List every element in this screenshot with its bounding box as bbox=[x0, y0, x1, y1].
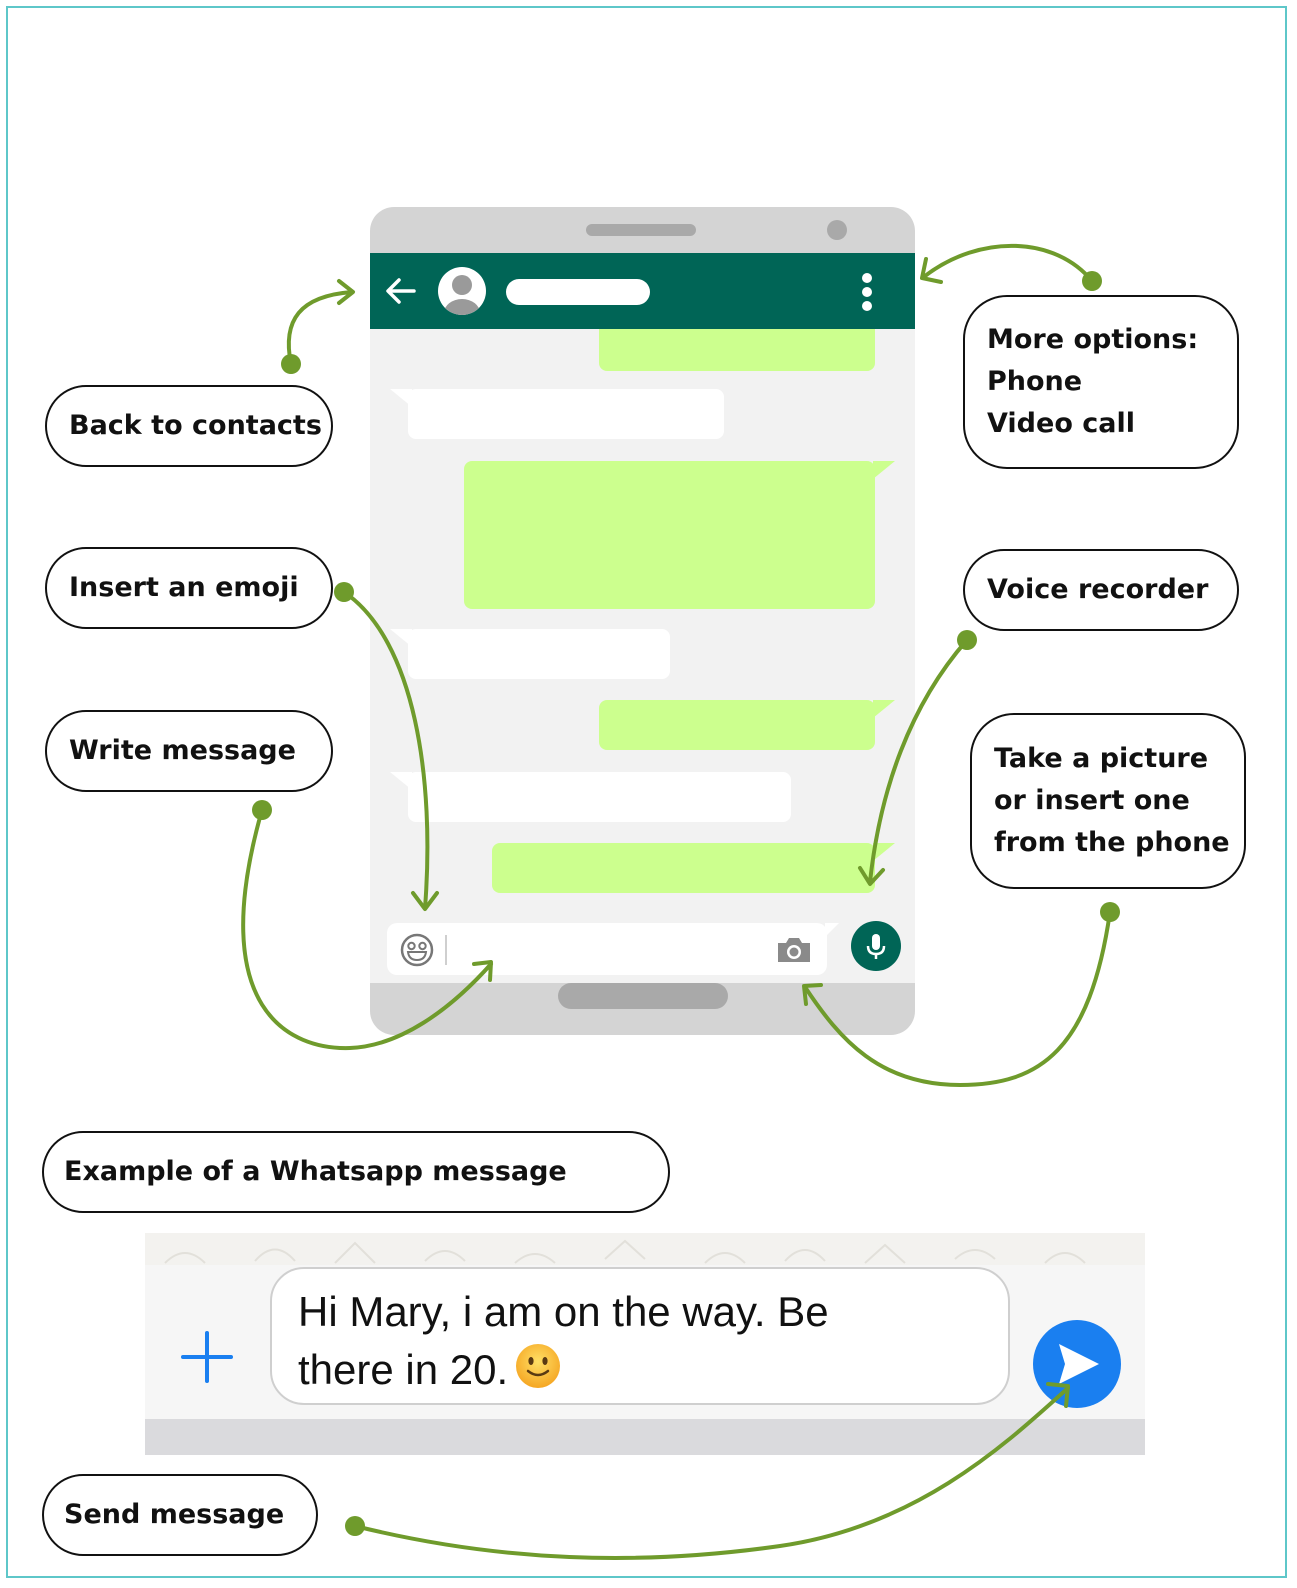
outgoing-message-bubble bbox=[599, 700, 875, 750]
callout-text: Insert an emoji bbox=[69, 572, 299, 603]
message-input-field[interactable]: Hi Mary, i am on the way. Be there in 20… bbox=[270, 1267, 1112, 1405]
callout-text: Example of a Whatsapp message bbox=[64, 1156, 567, 1187]
callout-more-options: More options: Phone Video call bbox=[963, 295, 1239, 469]
smiley-emoji bbox=[516, 1344, 561, 1388]
incoming-message-bubble bbox=[408, 629, 670, 679]
example-title: Example of a Whatsapp message bbox=[42, 1131, 670, 1213]
phone-home-button bbox=[558, 983, 728, 1009]
bubble-tail bbox=[390, 772, 412, 790]
input-tail bbox=[825, 923, 839, 937]
chat-area bbox=[370, 329, 915, 983]
text-cursor bbox=[445, 935, 447, 965]
callout-write-message: Write message bbox=[45, 710, 333, 792]
send-icon bbox=[1059, 1344, 1099, 1384]
callout-text: Back to contacts bbox=[69, 410, 322, 441]
incoming-message-bubble bbox=[408, 772, 791, 822]
callout-text: Video call bbox=[987, 408, 1135, 439]
message-line: there in 20. bbox=[298, 1346, 509, 1393]
contact-avatar-icon[interactable] bbox=[438, 267, 486, 315]
phone-front-camera bbox=[827, 220, 847, 240]
example-message-screenshot: Hi Mary, i am on the way. Be there in 20… bbox=[145, 1233, 1145, 1455]
callout-text: Write message bbox=[69, 735, 296, 766]
microphone-icon bbox=[866, 934, 886, 959]
callout-back-to-contacts: Back to contacts bbox=[45, 385, 333, 467]
callout-text: More options: bbox=[987, 324, 1199, 355]
outgoing-message-bubble bbox=[464, 461, 875, 609]
message-line: Hi Mary, i am on the way. Be bbox=[298, 1288, 829, 1335]
chat-header bbox=[370, 253, 915, 329]
callout-send-message: Send message bbox=[42, 1474, 318, 1556]
message-line-2: there in 20. bbox=[298, 1341, 918, 1399]
back-arrow-icon[interactable] bbox=[384, 271, 418, 311]
bubble-tail bbox=[873, 700, 895, 718]
voice-record-button[interactable] bbox=[851, 921, 901, 971]
bubble-tail bbox=[873, 843, 895, 861]
bubble-tail bbox=[390, 389, 412, 407]
message-input-bar[interactable] bbox=[387, 923, 827, 975]
chat-wallpaper bbox=[145, 1233, 1145, 1265]
message-text[interactable]: Hi Mary, i am on the way. Be there in 20… bbox=[298, 1283, 918, 1399]
compose-bar: Hi Mary, i am on the way. Be there in 20… bbox=[145, 1265, 1145, 1419]
plus-icon[interactable] bbox=[179, 1329, 235, 1385]
more-options-icon[interactable] bbox=[861, 273, 873, 311]
phone-speaker bbox=[586, 224, 696, 236]
callout-text: Voice recorder bbox=[987, 574, 1209, 605]
emoji-icon[interactable] bbox=[399, 932, 435, 968]
phone-mockup bbox=[370, 207, 915, 1035]
outgoing-message-bubble bbox=[492, 843, 875, 893]
contact-name[interactable] bbox=[506, 279, 650, 305]
callout-text: or insert one bbox=[994, 785, 1190, 816]
callout-voice-recorder: Voice recorder bbox=[963, 549, 1239, 631]
incoming-message-bubble bbox=[408, 389, 724, 439]
callout-text: Take a picture bbox=[994, 743, 1209, 774]
callout-text: Phone bbox=[987, 366, 1083, 397]
bottom-strip bbox=[145, 1419, 1145, 1455]
callout-text: Send message bbox=[64, 1499, 285, 1530]
callout-text: from the phone bbox=[994, 827, 1230, 858]
bubble-tail bbox=[873, 461, 895, 479]
camera-icon[interactable] bbox=[775, 935, 813, 965]
send-button[interactable] bbox=[1033, 1320, 1121, 1408]
callout-insert-emoji: Insert an emoji bbox=[45, 547, 333, 629]
callout-take-picture: Take a picture or insert one from the ph… bbox=[970, 713, 1246, 889]
bubble-tail bbox=[390, 629, 412, 647]
outgoing-message-bubble bbox=[599, 329, 875, 371]
